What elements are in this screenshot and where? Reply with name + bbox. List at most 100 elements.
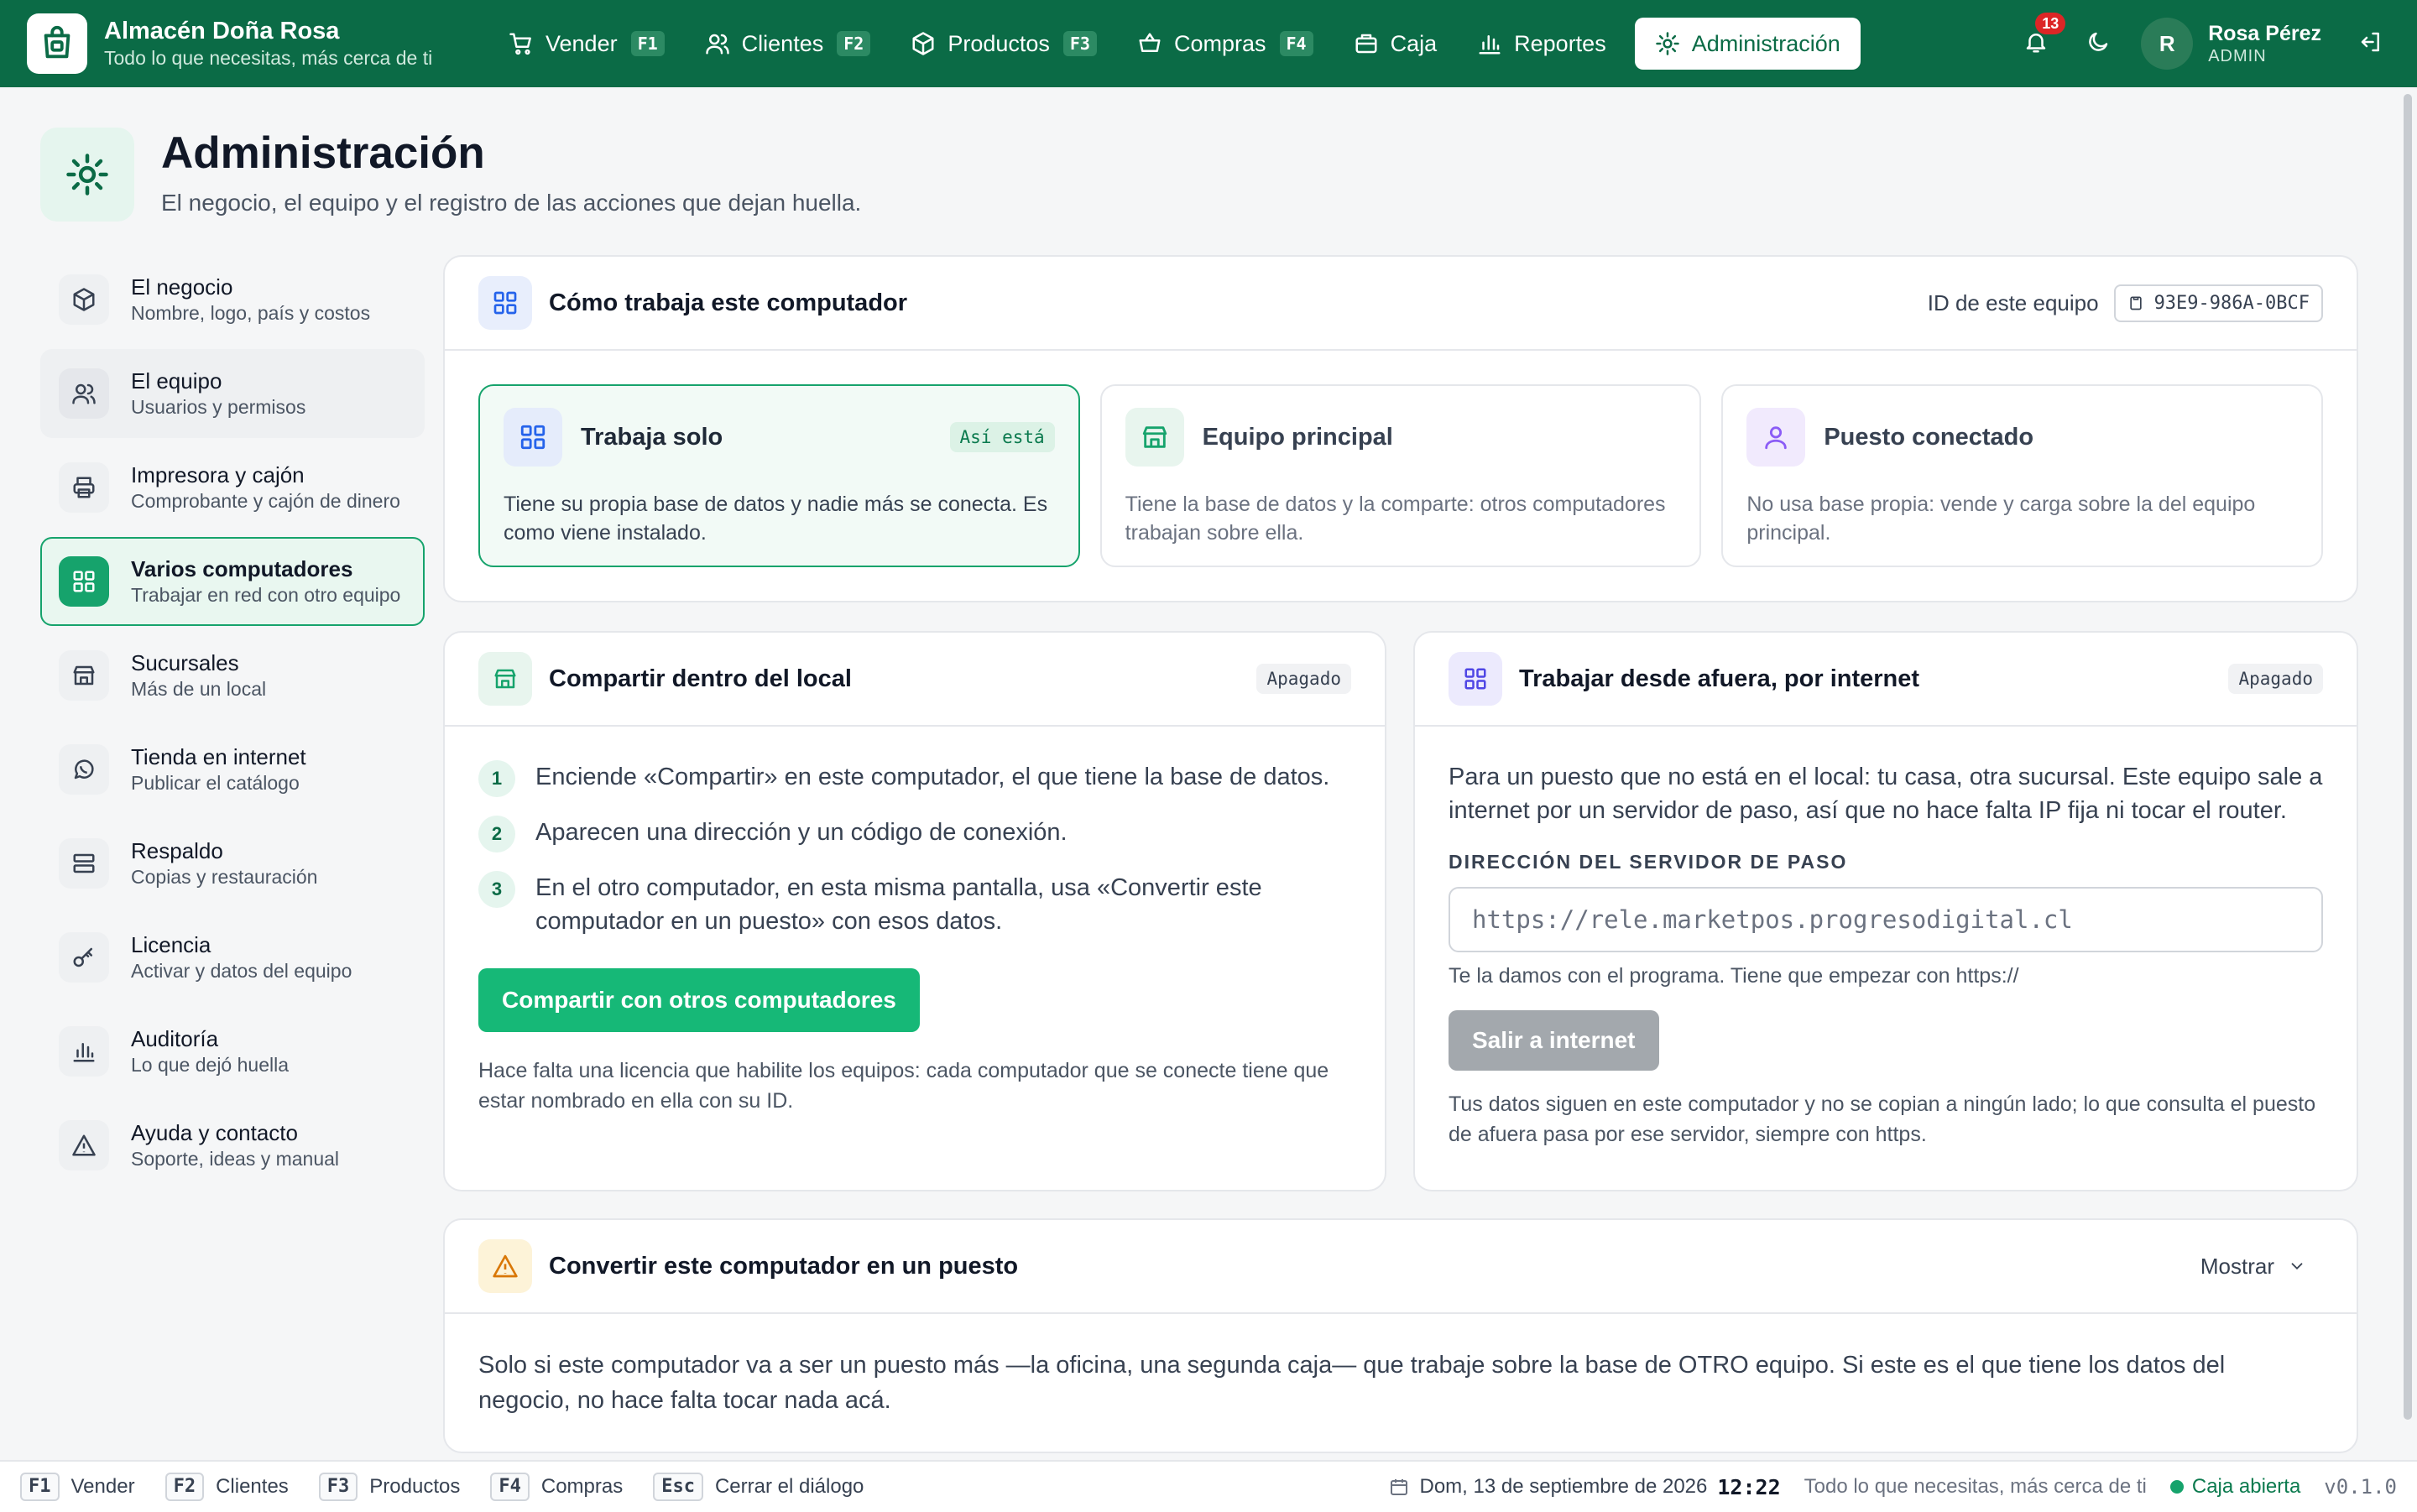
- sidebar-item-negocio[interactable]: El negocio Nombre, logo, país y costos: [40, 255, 425, 344]
- user-name: Rosa Pérez: [2208, 22, 2321, 45]
- nav-label: Caja: [1390, 30, 1438, 56]
- mode-option-trabaja-solo[interactable]: Trabaja solo Así está Tiene su propia ba…: [478, 384, 1080, 567]
- internet-intro: Para un puesto que no está en el local: …: [1449, 764, 2323, 824]
- sidebar-item-impresora[interactable]: Impresora y cajón Comprobante y cajón de …: [40, 443, 425, 532]
- users-icon: [72, 383, 96, 404]
- notification-count-badge: 13: [2035, 12, 2066, 34]
- grid-icon: [1449, 652, 1502, 706]
- shortcut-productos[interactable]: F3 Productos: [318, 1473, 460, 1501]
- register-open-dot: [2169, 1480, 2184, 1494]
- bar-chart-icon: [73, 1043, 95, 1062]
- nav-vender[interactable]: Vender F1: [488, 18, 685, 70]
- status-bar: F1 Vender F2 Clientes F3 Productos F4 Compra…: [0, 1460, 2417, 1512]
- nav-label: Productos: [947, 30, 1050, 56]
- sidebar-item-desc: Publicar el catálogo: [131, 772, 300, 794]
- nav-label: Compras: [1173, 30, 1266, 56]
- sidebar-item-label: Ayuda y contacto: [131, 1120, 298, 1145]
- shortcut-clientes[interactable]: F2 Clientes: [164, 1473, 289, 1501]
- nav-reportes[interactable]: Reportes: [1457, 18, 1626, 70]
- device-id-value: 93E9-986A-0BCF: [2153, 292, 2310, 314]
- shortcut-key: F1: [630, 31, 665, 56]
- app-version: v0.1.0: [2324, 1475, 2397, 1499]
- nav-compras[interactable]: Compras F4: [1117, 18, 1334, 70]
- sidebar-item-desc: Más de un local: [131, 678, 267, 700]
- nav-label: Clientes: [741, 30, 824, 56]
- step-text: Aparecen una dirección y un código de co…: [535, 819, 1068, 846]
- mode-option-equipo-principal[interactable]: Equipo principal Tiene la base de datos …: [1099, 384, 1702, 567]
- shortcut-compras[interactable]: F4 Compras: [490, 1473, 623, 1501]
- show-toggle[interactable]: Mostrar: [2200, 1254, 2306, 1280]
- user-role: ADMIN: [2208, 47, 2267, 65]
- share-local-card: Compartir dentro del local Apagado 1 Enci…: [443, 631, 1386, 1191]
- sidebar-item-label: El equipo: [131, 368, 222, 394]
- user-info[interactable]: Rosa Pérez ADMIN: [2208, 21, 2321, 66]
- chevron-down-icon: [2291, 1263, 2303, 1270]
- relay-field-label: DIRECCIÓN DEL SERVIDOR DE PASO: [1449, 851, 1848, 873]
- card-title: Trabajar desde afuera, por internet: [1519, 665, 1920, 692]
- shopping-bag-icon: [27, 13, 87, 74]
- bar-chart-icon: [1479, 35, 1501, 55]
- notifications-button[interactable]: 13: [2023, 12, 2066, 59]
- clipboard-icon: [2129, 296, 2142, 310]
- relay-server-input[interactable]: https://rele.marketpos.progresodigital.c…: [1449, 887, 2323, 952]
- dark-mode-toggle[interactable]: [2086, 29, 2111, 59]
- sidebar-item-respaldo[interactable]: Respaldo Copias y restauración: [40, 819, 425, 908]
- nav-productos[interactable]: Productos F3: [890, 18, 1117, 70]
- avatar[interactable]: R: [2141, 18, 2194, 70]
- privacy-note: Tus datos siguen en este computador y no…: [1449, 1092, 2316, 1146]
- moon-icon: [2089, 32, 2108, 51]
- go-online-button[interactable]: Salir a internet: [1449, 1010, 1659, 1071]
- step-text: Enciende «Compartir» en este computador,…: [535, 764, 1330, 790]
- shortcut-esc[interactable]: Esc Cerrar el diálogo: [653, 1473, 864, 1501]
- shortcut-label: Clientes: [216, 1475, 289, 1498]
- mode-option-puesto-conectado[interactable]: Puesto conectado No usa base propia: ven…: [1721, 384, 2324, 567]
- sidebar-item-equipo[interactable]: El equipo Usuarios y permisos: [40, 349, 425, 438]
- nav-caja[interactable]: Caja: [1334, 18, 1458, 70]
- store-icon: [478, 652, 532, 706]
- app-name: Almacén Doña Rosa: [104, 18, 340, 44]
- top-navigation-bar: Almacén Doña Rosa Todo lo que necesitas,…: [0, 0, 2417, 87]
- sidebar-item-ayuda[interactable]: Ayuda y contacto Soporte, ideas y manual: [40, 1101, 425, 1190]
- sidebar-item-desc: Comprobante y cajón de dinero: [131, 490, 400, 512]
- calendar-icon: [1391, 1479, 1408, 1495]
- mode-desc: Tiene su propia base de datos y nadie má…: [504, 493, 1048, 545]
- brand[interactable]: Almacén Doña Rosa Todo lo que necesitas,…: [27, 13, 438, 74]
- sidebar-item-tienda-internet[interactable]: Tienda en internet Publicar el catálogo: [40, 725, 425, 814]
- page-icon: [40, 128, 134, 222]
- sidebar-item-varios-computadores[interactable]: Varios computadores Trabajar en red con o…: [40, 537, 425, 626]
- sidebar-item-label: Sucursales: [131, 650, 239, 675]
- relay-hint: Te la damos con el programa. Tiene que e…: [1449, 964, 2019, 988]
- sidebar-item-label: Auditoría: [131, 1026, 219, 1051]
- share-button[interactable]: Compartir con otros computadores: [478, 968, 920, 1032]
- grid-icon: [478, 276, 532, 330]
- shortcut-key: F3: [1062, 31, 1097, 56]
- sidebar-item-label: Impresora y cajón: [131, 462, 305, 487]
- step-item: 1 Enciende «Compartir» en este computador…: [478, 760, 1351, 797]
- device-id-chip[interactable]: 93E9-986A-0BCF: [2113, 284, 2323, 322]
- warning-icon: [478, 1239, 532, 1293]
- scrollbar[interactable]: [2404, 94, 2412, 1420]
- show-toggle-label: Mostrar: [2200, 1253, 2274, 1279]
- store-icon: [73, 665, 95, 686]
- sidebar-item-desc: Activar y datos del equipo: [131, 960, 352, 982]
- shortcut-key: F3: [318, 1473, 358, 1501]
- shortcut-vender[interactable]: F1 Vender: [20, 1473, 135, 1501]
- sidebar-item-sucursales[interactable]: Sucursales Más de un local: [40, 631, 425, 720]
- shortcut-key: F1: [20, 1473, 60, 1501]
- step-item: 3 En el otro computador, en esta misma pa…: [478, 871, 1351, 938]
- sidebar-item-desc: Usuarios y permisos: [131, 396, 306, 418]
- key-icon: [73, 947, 92, 967]
- sidebar-item-auditoria[interactable]: Auditoría Lo que dejó huella: [40, 1007, 425, 1096]
- archive-icon: [73, 853, 95, 873]
- app-tagline: Todo lo que necesitas, más cerca de ti: [104, 47, 433, 69]
- logout-icon: [2361, 32, 2379, 51]
- shortcut-key: Esc: [653, 1473, 703, 1501]
- status-badge: Apagado: [2228, 664, 2323, 694]
- page-title: Administración: [161, 128, 485, 178]
- sidebar-item-licencia[interactable]: Licencia Activar y datos del equipo: [40, 913, 425, 1002]
- nav-clientes[interactable]: Clientes F2: [685, 18, 891, 70]
- logout-button[interactable]: [2358, 29, 2383, 59]
- register-status: Caja abierta: [2191, 1475, 2301, 1498]
- nav-administracion[interactable]: Administración: [1634, 18, 1861, 70]
- grid-icon: [504, 408, 562, 467]
